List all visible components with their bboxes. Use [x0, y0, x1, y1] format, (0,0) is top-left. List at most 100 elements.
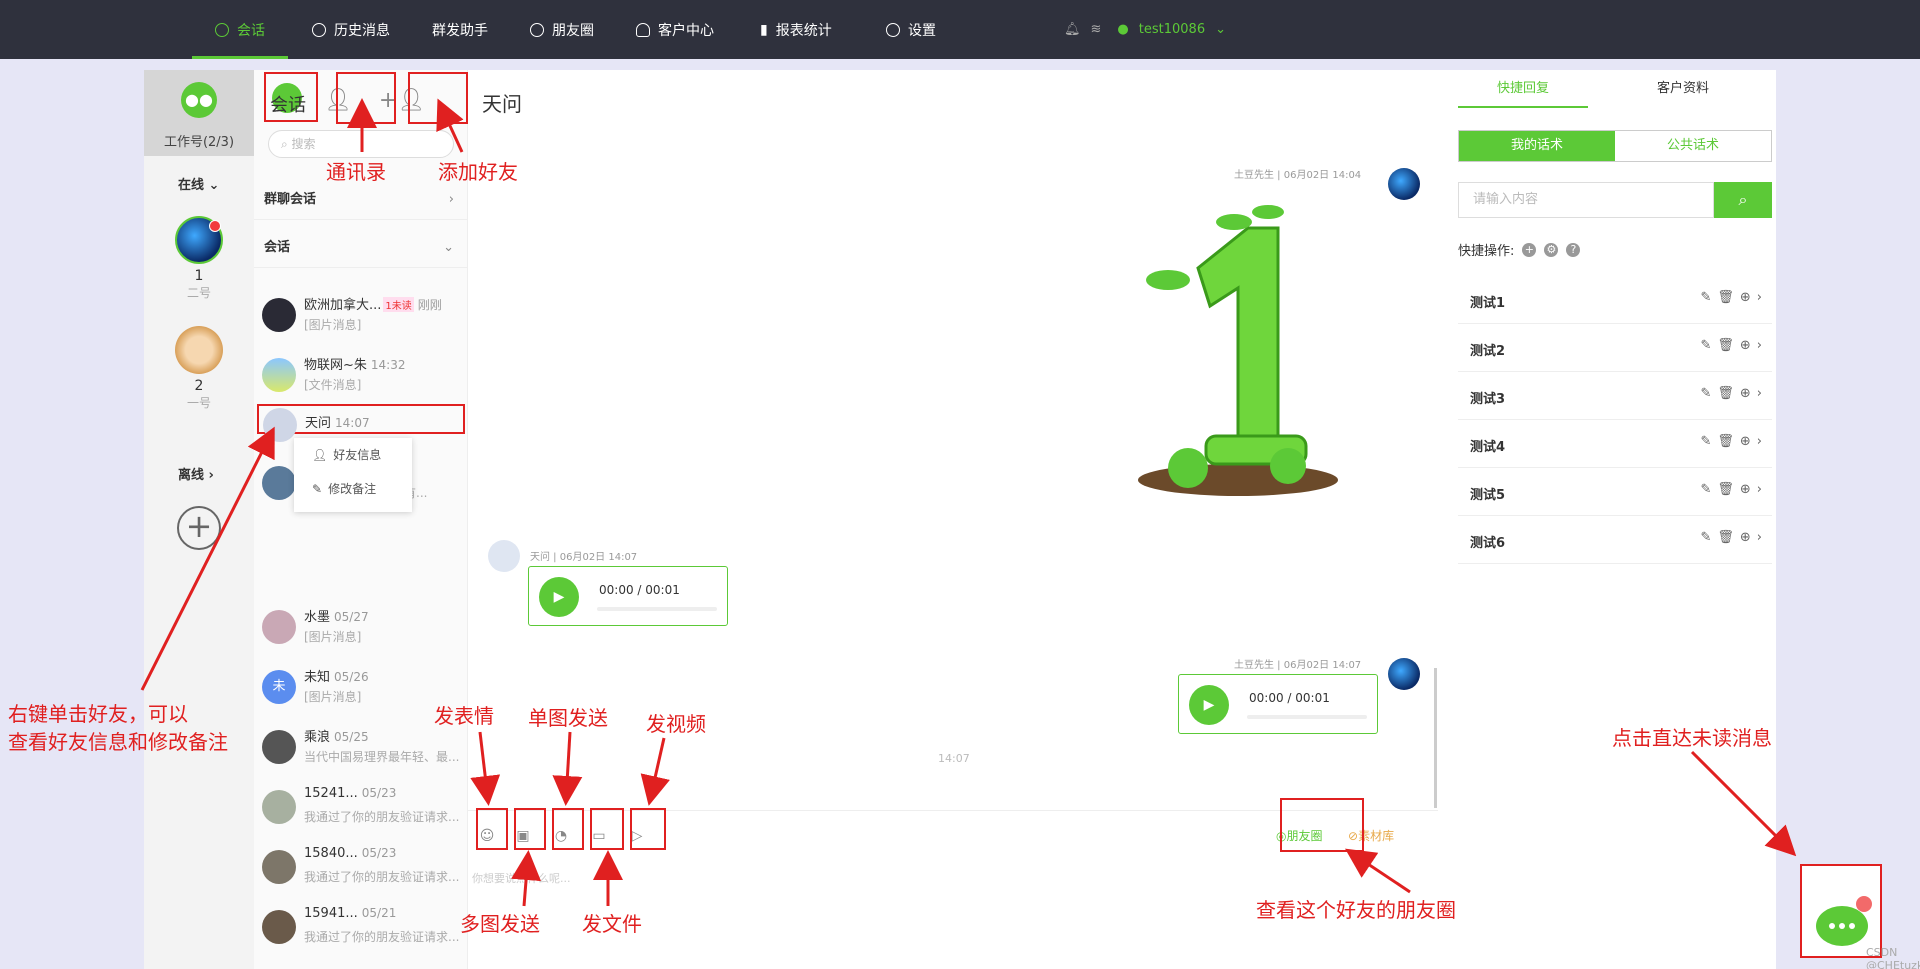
- user-icon: ●: [1117, 22, 1129, 37]
- list-item[interactable]: 15840... 05/23 我通过了你的朋友验证请求...: [254, 840, 467, 900]
- list-item[interactable]: 15941... 05/21 我通过了你的朋友验证请求...: [254, 900, 467, 960]
- nav-settings[interactable]: 设置: [886, 0, 936, 59]
- list-item[interactable]: 15241... 05/23 我通过了你的朋友验证请求...: [254, 780, 467, 840]
- avatar: 未: [262, 670, 296, 704]
- bell-icon[interactable]: 🔔︎: [1064, 22, 1081, 37]
- list-item[interactable]: 物联网~朱 14:32 [文件消息]: [254, 348, 467, 408]
- script-item[interactable]: 测试2 ✎ 🗑︎ ⊕ ›: [1458, 324, 1772, 372]
- delete-icon[interactable]: 🗑︎: [1717, 530, 1734, 545]
- list-item[interactable]: 水墨 05/27 [图片消息]: [254, 600, 467, 660]
- delete-icon[interactable]: 🗑︎: [1717, 338, 1734, 353]
- chevron-right-icon[interactable]: ›: [1757, 530, 1762, 545]
- delete-icon[interactable]: 🗑︎: [1717, 434, 1734, 449]
- add-icon[interactable]: ⊕: [1740, 290, 1751, 305]
- group-chats-section[interactable]: 群聊会话 ›: [254, 180, 467, 220]
- delete-icon[interactable]: 🗑︎: [1717, 290, 1734, 305]
- progress-bar[interactable]: [1247, 715, 1367, 719]
- play-icon[interactable]: ▶: [1189, 685, 1229, 725]
- edit-icon[interactable]: ✎: [1700, 530, 1711, 545]
- annotation-label: 发文件: [582, 912, 642, 936]
- chevron-right-icon[interactable]: ›: [1757, 482, 1762, 497]
- script-item[interactable]: 测试4 ✎ 🗑︎ ⊕ ›: [1458, 420, 1772, 468]
- script-search-input[interactable]: 请输入内容: [1458, 182, 1714, 218]
- edit-icon[interactable]: ✎: [1700, 434, 1711, 449]
- gear-icon[interactable]: ⚙: [1544, 242, 1559, 257]
- chat-bubble-icon: [1816, 896, 1872, 946]
- chevron-right-icon[interactable]: ›: [1757, 290, 1762, 305]
- progress-bar[interactable]: [597, 607, 717, 611]
- tab-quick-reply[interactable]: 快捷回复: [1458, 70, 1588, 108]
- contacts-column: 会话 👤︎ +👤︎ ⌕ 搜索 群聊会话 › 会话 ⌄ 欧洲加拿大... 1未读 刚刚 […: [254, 70, 468, 969]
- chevron-down-icon[interactable]: ⌄: [1215, 22, 1226, 37]
- annotation-label: 通讯录: [326, 160, 386, 184]
- list-item[interactable]: 乘浪 05/25 当代中国易理界最年轻、最...: [254, 720, 467, 780]
- offline-toggle[interactable]: 离线 ›: [178, 464, 214, 483]
- tab-my-scripts[interactable]: 我的话术: [1459, 131, 1615, 161]
- tab-customer-info[interactable]: 客户资料: [1618, 70, 1748, 108]
- script-item[interactable]: 测试6 ✎ 🗑︎ ⊕ ›: [1458, 516, 1772, 564]
- add-icon[interactable]: ⊕: [1740, 482, 1751, 497]
- right-panel: 快捷回复 客户资料 我的话术 公共话术 请输入内容 ⌕ 快捷操作: + ⚙ ? …: [1448, 70, 1776, 969]
- help-icon[interactable]: ?: [1566, 242, 1581, 257]
- annotation-label: 点击直达未读消息: [1612, 726, 1772, 750]
- nav-customer-center[interactable]: 客户中心: [636, 0, 714, 59]
- edit-icon[interactable]: ✎: [1700, 290, 1711, 305]
- annotation-label: 添加好友: [438, 160, 518, 184]
- edit-icon[interactable]: ✎: [1700, 386, 1711, 401]
- unread-messages-button[interactable]: [1800, 864, 1882, 958]
- annotation-box: [1280, 798, 1364, 852]
- tab-public-scripts[interactable]: 公共话术: [1615, 131, 1771, 161]
- agent-2[interactable]: 2 一号: [174, 326, 224, 411]
- add-icon[interactable]: ⊕: [1740, 386, 1751, 401]
- chat-icon: [215, 22, 229, 37]
- script-item[interactable]: 测试5 ✎ 🗑︎ ⊕ ›: [1458, 468, 1772, 516]
- nav-broadcast[interactable]: 群发助手: [432, 0, 488, 59]
- avatar: [1388, 168, 1420, 200]
- watermark: CSDN @CHEtuzki: [1866, 946, 1920, 969]
- chevron-right-icon[interactable]: ›: [1757, 338, 1762, 353]
- voice-message[interactable]: ▶ 00:00 / 00:01: [1178, 674, 1378, 734]
- nav-chat[interactable]: 会话: [192, 0, 288, 59]
- edit-icon[interactable]: ✎: [1700, 338, 1711, 353]
- add-account-button[interactable]: +: [177, 506, 221, 550]
- chevron-down-icon: ⌄: [443, 240, 454, 255]
- add-icon[interactable]: +: [1522, 242, 1537, 257]
- database-icon[interactable]: ≋: [1091, 22, 1102, 37]
- nav-moments[interactable]: 朋友圈: [530, 0, 594, 59]
- script-item[interactable]: 测试1 ✎ 🗑︎ ⊕ ›: [1458, 276, 1772, 324]
- search-icon: ⌕: [1738, 190, 1748, 209]
- edit-icon[interactable]: ✎: [1700, 482, 1711, 497]
- unread-dot: [209, 220, 221, 232]
- play-icon[interactable]: ▶: [539, 577, 579, 617]
- add-icon[interactable]: ⊕: [1740, 530, 1751, 545]
- message-input[interactable]: 你想要说点什么呢...: [472, 870, 571, 886]
- search-button[interactable]: ⌕: [1714, 182, 1772, 218]
- annotation-box: [590, 808, 624, 850]
- add-icon[interactable]: ⊕: [1740, 338, 1751, 353]
- online-toggle[interactable]: 在线 ⌄: [178, 174, 219, 193]
- agent-1[interactable]: 1 二号: [174, 216, 224, 301]
- avatar: [262, 466, 296, 500]
- chevron-right-icon[interactable]: ›: [1757, 434, 1762, 449]
- account-switcher[interactable]: ●● 工作号(2/3): [144, 70, 254, 156]
- nav-history[interactable]: 历史消息: [312, 0, 390, 59]
- top-nav: 会话 历史消息 群发助手 朋友圈 客户中心 ▮ 报表统计 设置 🔔︎ ≋ ● t…: [0, 0, 1920, 59]
- search-input[interactable]: ⌕ 搜索: [268, 130, 454, 158]
- list-item[interactable]: 欧洲加拿大... 1未读 刚刚 [图片消息]: [254, 288, 467, 348]
- scrollbar[interactable]: [1434, 668, 1437, 808]
- sticker-image[interactable]: [1128, 198, 1338, 498]
- add-icon[interactable]: ⊕: [1740, 434, 1751, 449]
- delete-icon[interactable]: 🗑︎: [1717, 482, 1734, 497]
- username[interactable]: test10086: [1139, 22, 1205, 37]
- chevron-right-icon[interactable]: ›: [1757, 386, 1762, 401]
- voice-message[interactable]: ▶ 00:00 / 00:01: [528, 566, 728, 626]
- nav-reports[interactable]: ▮ 报表统计: [760, 0, 832, 59]
- delete-icon[interactable]: 🗑︎: [1717, 386, 1734, 401]
- chats-section[interactable]: 会话 ⌄: [254, 228, 467, 268]
- menu-item-edit-remark[interactable]: ✎ 修改备注: [294, 472, 412, 506]
- script-item[interactable]: 测试3 ✎ 🗑︎ ⊕ ›: [1458, 372, 1772, 420]
- list-item-selected[interactable]: 天问 14:07: [257, 404, 465, 442]
- avatar: [262, 298, 296, 332]
- menu-item-friend-info[interactable]: 👤︎ 好友信息: [294, 438, 412, 472]
- context-menu: 👤︎ 好友信息 ✎ 修改备注: [294, 438, 412, 512]
